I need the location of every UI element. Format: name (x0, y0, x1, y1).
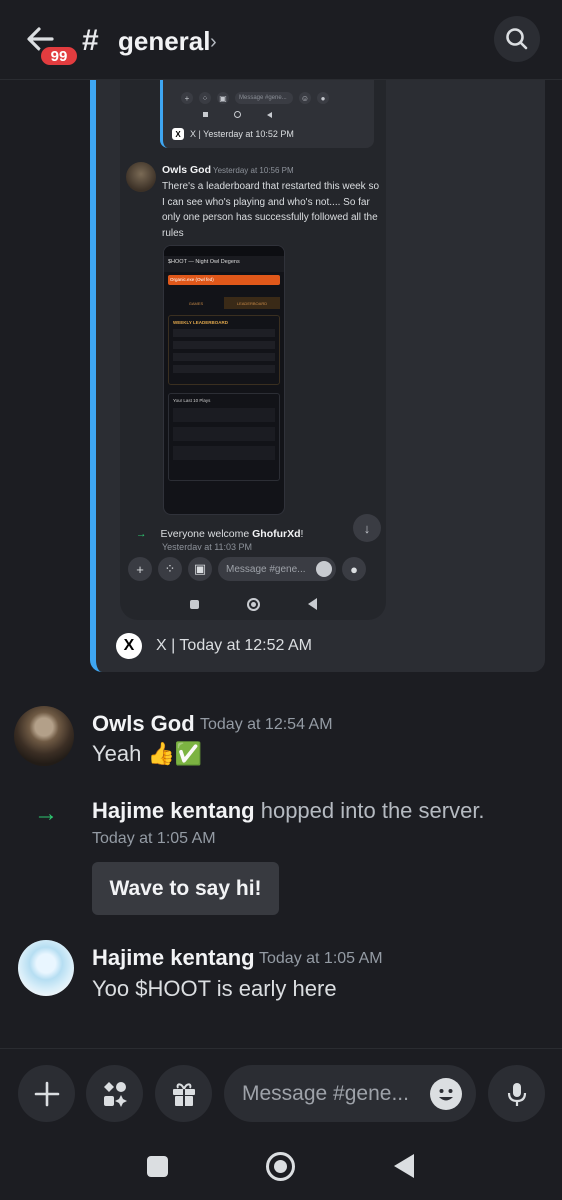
apps-icon: ⁘ (199, 92, 211, 104)
message-input-placeholder: Message #gene... (242, 1082, 409, 1105)
home-icon[interactable] (266, 1152, 295, 1181)
plus-icon: + (181, 92, 193, 104)
embedded-message-input: Message #gene... (218, 557, 336, 581)
username[interactable]: Owls God (92, 711, 195, 737)
nested-embed-source-text: X | Yesterday at 10:52 PM (190, 129, 294, 139)
system-join-message: → Everyone welcome GhofurXd! (136, 528, 303, 540)
channel-hash-icon: # (82, 24, 99, 57)
plays-panel: Your Last 10 Plays (168, 393, 280, 481)
search-icon (506, 28, 528, 50)
nested-message-input: Message #gene... (235, 92, 293, 104)
message-composer: Message #gene... (0, 1048, 562, 1138)
x-logo-icon: X (116, 633, 142, 659)
emoji-icon (316, 561, 332, 577)
avatar[interactable] (14, 706, 74, 766)
join-timestamp: Today at 1:05 AM (92, 830, 216, 847)
join-arrow-icon: → (34, 800, 58, 827)
avatar[interactable] (18, 940, 74, 996)
leaderboard-row (173, 341, 275, 349)
timestamp: Yesterday at 10:56 PM (213, 166, 294, 175)
search-button[interactable] (494, 16, 540, 62)
nav-back-icon (267, 111, 272, 118)
embed-source[interactable]: X X | Today at 12:52 AM (116, 633, 312, 659)
channel-header: 99 # general › (0, 0, 562, 80)
joined-username[interactable]: Hajime kentang (92, 798, 255, 823)
leaderboard-row (173, 365, 275, 373)
nested-embed-source: X X | Yesterday at 10:52 PM (172, 128, 294, 140)
message-text: There's a leaderboard that restarted thi… (162, 181, 380, 239)
game-screenshot: $HOOT — Night Owl Degens Organic.exe (Ow… (163, 245, 285, 515)
channel-title[interactable]: general (118, 26, 211, 57)
gift-icon: ▣ (217, 92, 229, 104)
embedded-nav-bar (120, 590, 386, 618)
nested-input-bar: + ⁘ ▣ Message #gene... ☺ ● (181, 92, 329, 104)
username[interactable]: Hajime kentang (92, 945, 255, 971)
gift-button[interactable] (155, 1065, 212, 1122)
nav-circle-icon (246, 597, 260, 611)
play-row (173, 408, 275, 422)
shot-title: $HOOT — Night Owl Degens (164, 256, 284, 272)
welcome-text: Everyone welcome GhofurXd! (160, 528, 304, 540)
plays-title: Your Last 10 Plays (173, 398, 211, 403)
embed-source-text: X | Today at 12:52 AM (156, 637, 312, 654)
emoji-icon: ☺ (299, 92, 311, 104)
join-arrow-icon: → (136, 528, 147, 540)
join-message: Hajime kentang hopped into the server. (92, 798, 485, 824)
wave-button[interactable]: Wave to say hi! (92, 862, 279, 915)
nav-circle-icon (234, 111, 241, 118)
nav-back-icon (307, 598, 317, 610)
apps-button[interactable] (86, 1065, 143, 1122)
message-input[interactable]: Message #gene... (224, 1065, 476, 1122)
gift-icon (172, 1082, 195, 1106)
microphone-icon: ● (342, 557, 366, 581)
embedded-screenshot[interactable]: + ⁘ ▣ Message #gene... ☺ ● X X | Yesterd… (120, 80, 386, 620)
play-row (173, 446, 275, 460)
scroll-down-icon: ↓ (353, 514, 381, 542)
embedded-input-placeholder: Message #gene... (226, 563, 306, 575)
apps-icon: ⁘ (158, 557, 182, 581)
unread-badge: 99 (38, 44, 80, 68)
system-nav-bar (0, 1140, 562, 1200)
shot-tab-leaderboard: LEADERBOARD (224, 297, 280, 309)
emoji-face-icon (439, 1089, 453, 1101)
timestamp: Today at 12:54 AM (200, 716, 333, 733)
voice-button[interactable] (488, 1065, 545, 1122)
message-text: Yeah 👍✅ (92, 741, 203, 766)
join-action-text: hopped into the server. (254, 798, 485, 823)
plus-icon (34, 1081, 59, 1106)
timestamp: Today at 1:05 AM (259, 950, 383, 967)
embedded-composer: + ⁘ ▣ Message #gene... ● (120, 550, 386, 588)
leaderboard-row (173, 353, 275, 361)
leaderboard-row (173, 329, 275, 337)
status-bar (164, 246, 284, 256)
play-row (173, 427, 275, 441)
emoji-icon[interactable] (430, 1078, 462, 1110)
chevron-right-icon[interactable]: › (210, 31, 217, 54)
leaderboard-panel: WEEKLY LEADERBOARD (168, 315, 280, 385)
plus-icon: + (128, 557, 152, 581)
microphone-icon (507, 1082, 526, 1106)
recents-icon[interactable] (147, 1156, 168, 1177)
nav-square-icon (189, 599, 199, 609)
nav-square-icon (203, 112, 208, 117)
microphone-icon: ● (317, 92, 329, 104)
leaderboard-title: WEEKLY LEADERBOARD (173, 320, 229, 325)
username: Owls God (162, 164, 212, 176)
gift-icon: ▣ (188, 557, 212, 581)
message-embed[interactable]: + ⁘ ▣ Message #gene... ☺ ● X X | Yesterd… (90, 80, 545, 672)
back-icon[interactable] (394, 1154, 414, 1178)
x-logo-icon: X (172, 128, 184, 140)
nested-nav-bar (203, 111, 272, 118)
attach-button[interactable] (18, 1065, 75, 1122)
message-text: Yoo $HOOT is early here (92, 976, 337, 1001)
shot-tabs: GAMES LEADERBOARD (168, 297, 280, 309)
shot-tab-games: GAMES (188, 300, 204, 306)
apps-icon (103, 1081, 127, 1107)
shot-banner: Organic.exe (Owl fed) (168, 275, 280, 285)
avatar (126, 162, 156, 192)
